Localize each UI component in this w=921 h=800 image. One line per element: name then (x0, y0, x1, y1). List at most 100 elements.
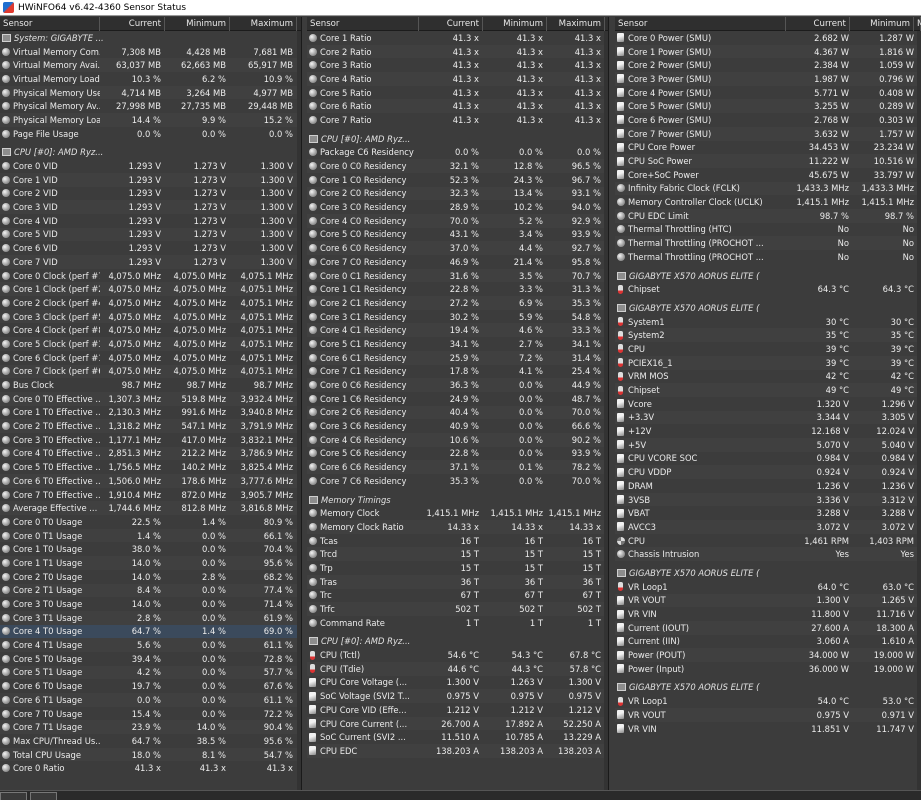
scrollbar[interactable] (917, 31, 921, 790)
sensor-row[interactable]: Core 1 Ratio 41.3 x 41.3 x 41.3 x (307, 31, 608, 45)
sensor-row[interactable]: Core 2 VID 1.293 V 1.273 V 1.300 V (0, 187, 301, 201)
sensor-row[interactable]: Core 5 C1 Residency 34.1 % 2.7 % 34.1 % (307, 337, 608, 351)
sensor-row[interactable]: CPU (Tdie) 44.6 °C 44.3 °C 57.8 °C (307, 661, 608, 676)
sensor-row[interactable]: VR VOUT 0.975 V 0.971 V (615, 708, 921, 722)
sensor-row[interactable]: Tcas 16 T 16 T 16 T (307, 534, 608, 548)
sensor-row[interactable]: Core 0 C1 Residency 31.6 % 3.5 % 70.7 % (307, 268, 608, 283)
column-header-minimum[interactable]: Minimum (850, 17, 914, 31)
sensor-row[interactable]: Current (IOUT) 27.600 A 18.300 A (615, 620, 921, 635)
sensor-row[interactable]: Core 5 T0 Effective ... 1,756.5 MHz 140.2 … (0, 460, 301, 474)
sensor-row[interactable]: Power (POUT) 34.000 W 19.000 W (615, 648, 921, 662)
sensor-row[interactable]: CPU (Tctl) 54.6 °C 54.3 °C 67.8 °C (307, 648, 608, 662)
sensor-row[interactable]: System1 30 °C 30 °C (615, 315, 921, 329)
sensor-row[interactable]: Virtual Memory Com... 7,308 MB 4,428 MB 7,6… (0, 45, 301, 59)
column-header-current[interactable]: Current (786, 17, 850, 31)
sensor-row[interactable]: Core 3 Clock (perf #5) 4,075.0 MHz 4,075.0… (0, 309, 301, 324)
sensor-row[interactable]: Core 3 C0 Residency 28.9 % 10.2 % 94.0 % (307, 200, 608, 214)
sensor-row[interactable]: Trcd 15 T 15 T 15 T (307, 547, 608, 562)
sensor-row[interactable]: +3.3V 3.344 V 3.305 V (615, 410, 921, 425)
sensor-row[interactable]: Core 7 T0 Effective ... 1,910.4 MHz 872.0 … (0, 488, 301, 502)
column-header-minimum[interactable]: Minimum (483, 17, 547, 31)
sensor-row[interactable]: Average Effective ... 1,744.6 MHz 812.8 MH… (0, 501, 301, 516)
sensor-row[interactable]: VR Loop1 64.0 °C 63.0 °C (615, 580, 921, 594)
sensor-row[interactable]: Core 5 Clock (perf #3) 4,075.0 MHz 4,075.0… (0, 337, 301, 351)
sensor-group-header[interactable]: CPU [#0]: AMD Ryz... (0, 146, 301, 160)
sensor-row[interactable]: Core 2 T0 Usage 14.0 % 2.8 % 68.2 % (0, 570, 301, 584)
sensor-row[interactable]: Core 6 Power (SMU) 2.768 W 0.303 W (615, 113, 921, 127)
sensor-row[interactable]: Core 4 C0 Residency 70.0 % 5.2 % 92.9 % (307, 213, 608, 228)
sensor-row[interactable]: Core 4 Clock (perf #8) 4,075.0 MHz 4,075.0… (0, 323, 301, 337)
sensor-row[interactable]: Core 2 Power (SMU) 2.384 W 1.059 W (615, 58, 921, 72)
sensor-row[interactable]: Current (IIN) 3.060 A 1.610 A (615, 635, 921, 649)
title-bar[interactable]: HWiNFO64 v6.42-4360 Sensor Status (0, 0, 921, 16)
sensor-row[interactable]: Page File Usage 0.0 % 0.0 % 0.0 % (0, 127, 301, 141)
sensor-row[interactable]: Core 2 T0 Effective ... 1,318.2 MHz 547.1 … (0, 419, 301, 433)
sensor-row[interactable]: Core 5 Ratio 41.3 x 41.3 x 41.3 x (307, 86, 608, 100)
sensor-row[interactable]: CPU Core Voltage (... 1.300 V 1.263 V 1.300… (307, 676, 608, 690)
sensor-row[interactable]: Core 7 Power (SMU) 3.632 W 1.757 W (615, 126, 921, 141)
sensor-row[interactable]: Core+SoC Power45.675 W33.797 W7 (615, 168, 921, 182)
sensor-row[interactable]: CPU EDC 138.203 A 138.203 A 138.203 A (307, 744, 608, 758)
sensor-row[interactable]: Total CPU Usage 18.0 % 8.1 % 54.7 % (0, 747, 301, 762)
sensor-row[interactable]: Power (Input)36.000 W19.000 W8 (615, 662, 921, 676)
sensor-row[interactable]: Chassis Intrusion Yes Yes (615, 547, 921, 562)
column-header-sensor[interactable]: Sensor (615, 17, 786, 31)
sensor-row[interactable]: Core 2 C1 Residency 27.2 % 6.9 % 35.3 % (307, 296, 608, 310)
sensor-row[interactable]: Core 1 Clock (perf #2) 4,075.0 MHz 4,075.0… (0, 282, 301, 297)
sensor-row[interactable]: VR VIN 11.851 V 11.747 V (615, 722, 921, 736)
sensor-row[interactable]: Core 7 C1 Residency 17.8 % 4.1 % 25.4 % (307, 365, 608, 379)
column-header-sensor[interactable]: Sensor (307, 17, 419, 31)
sensor-row[interactable]: Core 6 Clock (perf #1) 4,075.0 MHz 4,075.0… (0, 351, 301, 365)
sensor-row[interactable]: PCIEX16_1 39 °C 39 °C (615, 355, 921, 370)
sensor-row[interactable]: Core 3 Ratio 41.3 x 41.3 x 41.3 x (307, 58, 608, 72)
sensor-row[interactable]: Core 4 C6 Residency 10.6 % 0.0 % 90.2 % (307, 432, 608, 447)
sensor-row[interactable]: Core 3 C1 Residency 30.2 % 5.9 % 54.8 % (307, 310, 608, 324)
sensor-row[interactable]: Command Rate 1 T 1 T 1 T (307, 616, 608, 630)
sensor-row[interactable]: Core 3 T1 Usage 2.8 % 0.0 % 61.9 % (0, 610, 301, 625)
sensor-row[interactable]: Thermal Throttling (HTC) No No (615, 223, 921, 237)
sensor-row[interactable]: VBAT 3.288 V 3.288 V (615, 506, 921, 520)
sensor-row[interactable]: System2 35 °C 35 °C (615, 328, 921, 343)
sensor-row[interactable]: Package C6 Residency 0.0 % 0.0 % 0.0 % (307, 146, 608, 160)
sensor-row[interactable]: Core 2 Ratio 41.3 x 41.3 x 41.3 x (307, 44, 608, 59)
sensor-row[interactable]: Core 3 VID 1.293 V 1.273 V 1.300 V (0, 200, 301, 214)
sensor-row[interactable]: Physical Memory Load 14.4 % 9.9 % 15.2 % (0, 113, 301, 127)
scrollbar[interactable] (604, 31, 608, 790)
sensor-row[interactable]: Core 5 C0 Residency 43.1 % 3.4 % 93.9 % (307, 228, 608, 242)
sensor-group-header[interactable]: GIGABYTE X570 AORUS ELITE ( (615, 301, 921, 315)
sensor-row[interactable]: Core 2 C0 Residency 32.3 % 13.4 % 93.1 % (307, 186, 608, 201)
column-header-minimum[interactable]: Minimum (165, 17, 230, 31)
sensor-row[interactable]: VRM MOS 42 °C 42 °C (615, 370, 921, 384)
sensor-pane-3[interactable]: SensorCurrentMinimumMaximumCore 0 Power … (615, 17, 921, 790)
sensor-row[interactable]: Core 1 T1 Usage 14.0 % 0.0 % 95.6 % (0, 556, 301, 570)
sensor-row[interactable]: Memory Clock Ratio 14.33 x 14.33 x 14.33 x (307, 520, 608, 534)
sensor-row[interactable]: VR Loop1 54.0 °C 53.0 °C (615, 694, 921, 708)
column-header-current[interactable]: Current (100, 17, 165, 31)
sensor-row[interactable]: Physical Memory Used 4,714 MB 3,264 MB 4,97… (0, 85, 301, 100)
sensor-row[interactable]: Core 0 T0 Effective ... 1,307.3 MHz 519.8 … (0, 391, 301, 406)
sensor-row[interactable]: Core 1 T0 Usage 38.0 % 0.0 % 70.4 % (0, 542, 301, 556)
sensor-row[interactable]: Core 0 C6 Residency 36.3 % 0.0 % 44.9 % (307, 378, 608, 392)
sensor-row[interactable]: Core 1 VID 1.293 V 1.273 V 1.300 V (0, 172, 301, 187)
sensor-pane-2[interactable]: Sensor Current Minimum Maximum Core 1 Ratio 4… (307, 17, 609, 790)
sensor-row[interactable]: CPU 39 °C 39 °C (615, 342, 921, 356)
sensor-row[interactable]: Virtual Memory Load 10.3 % 6.2 % 10.9 % (0, 72, 301, 86)
status-button-1[interactable] (0, 792, 27, 800)
sensor-row[interactable]: Vcore 1.320 V 1.296 V (615, 397, 921, 411)
scrollbar[interactable] (297, 31, 301, 790)
sensor-pane-1[interactable]: Sensor Current Minimum Maximum System: GIGAB… (0, 17, 302, 790)
sensor-row[interactable]: Core 4 C1 Residency 19.4 % 4.6 % 33.3 % (307, 323, 608, 338)
sensor-row[interactable]: Memory Controller Clock (UCLK) 1,415.1 MH… (615, 195, 921, 209)
sensor-row[interactable]: Trfc 502 T 502 T 502 T (307, 602, 608, 616)
sensor-row[interactable]: Core 6 T0 Effective ... 1,506.0 MHz 178.6 … (0, 474, 301, 488)
column-header-sensor[interactable]: Sensor (0, 17, 100, 31)
sensor-row[interactable]: CPU VDDP 0.924 V 0.924 V (615, 465, 921, 479)
sensor-row[interactable]: CPU SoC Power11.222 W10.516 W1 (615, 154, 921, 168)
sensor-row[interactable]: Core 5 T0 Usage 39.4 % 0.0 % 72.8 % (0, 652, 301, 666)
sensor-row[interactable]: Thermal Throttling (PROCHOT ... No No (615, 250, 921, 264)
status-button-2[interactable] (30, 792, 57, 800)
sensor-group-header[interactable]: CPU [#0]: AMD Ryz... (307, 635, 608, 649)
sensor-row[interactable]: Physical Memory Av... 27,998 MB 27,735 MB 2… (0, 99, 301, 113)
sensor-row[interactable]: Thermal Throttling (PROCHOT ... No No (615, 236, 921, 250)
sensor-row[interactable]: Core 7 T0 Usage 15.4 % 0.0 % 72.2 % (0, 707, 301, 721)
